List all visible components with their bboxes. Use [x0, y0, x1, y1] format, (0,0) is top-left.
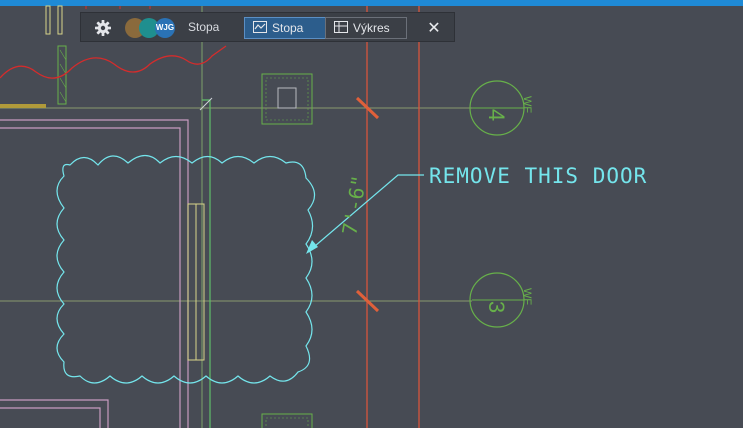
hatch — [59, 91, 67, 103]
grid-bubble-suffix: WF — [521, 96, 533, 113]
gear-icon[interactable] — [93, 18, 113, 38]
revision-cloud — [56, 154, 316, 384]
trace-icon — [253, 20, 267, 36]
dimension-label: 7'-6" — [337, 173, 371, 236]
avatar[interactable]: WJG — [155, 18, 175, 38]
tab-vykres[interactable]: Výkres — [325, 17, 407, 39]
annotation-text[interactable]: REMOVE THIS DOOR — [429, 164, 647, 188]
door-panel — [187, 203, 197, 361]
hatch — [59, 63, 67, 75]
red-curtain — [0, 45, 227, 79]
yellow-frame — [57, 5, 63, 35]
tab-label: Výkres — [353, 21, 390, 35]
pink-wall — [0, 407, 101, 428]
column-hatch — [265, 417, 309, 428]
column-square — [261, 413, 313, 428]
column-inner — [277, 87, 297, 109]
grid-bubble-number: 3 — [484, 301, 509, 313]
grid-bubble-number: 4 — [484, 109, 509, 121]
column-hatch — [265, 77, 309, 121]
olive-wall-segment — [0, 104, 46, 108]
hatch — [59, 77, 67, 89]
toolbar-title: Stopa — [188, 20, 220, 34]
tab-label: Stopa — [272, 21, 304, 35]
hatch — [59, 49, 67, 61]
column-square — [261, 73, 313, 125]
yellow-frame — [45, 5, 51, 35]
pink-wall — [0, 399, 109, 428]
pink-wall — [0, 119, 189, 428]
drawing-canvas[interactable]: REMOVE THIS DOOR 7'-6" 4 WF 3 WF — [0, 0, 743, 428]
drawing-icon — [334, 20, 348, 36]
trace-toolbar: WJG Stopa Stopa Výkres ✕ — [80, 12, 455, 42]
door-panel — [195, 203, 205, 361]
close-icon[interactable]: ✕ — [424, 18, 444, 38]
collaborator-avatars[interactable]: WJG — [125, 17, 181, 39]
grid-bubble-suffix: WF — [521, 288, 533, 305]
tab-stopa[interactable]: Stopa — [244, 17, 326, 39]
